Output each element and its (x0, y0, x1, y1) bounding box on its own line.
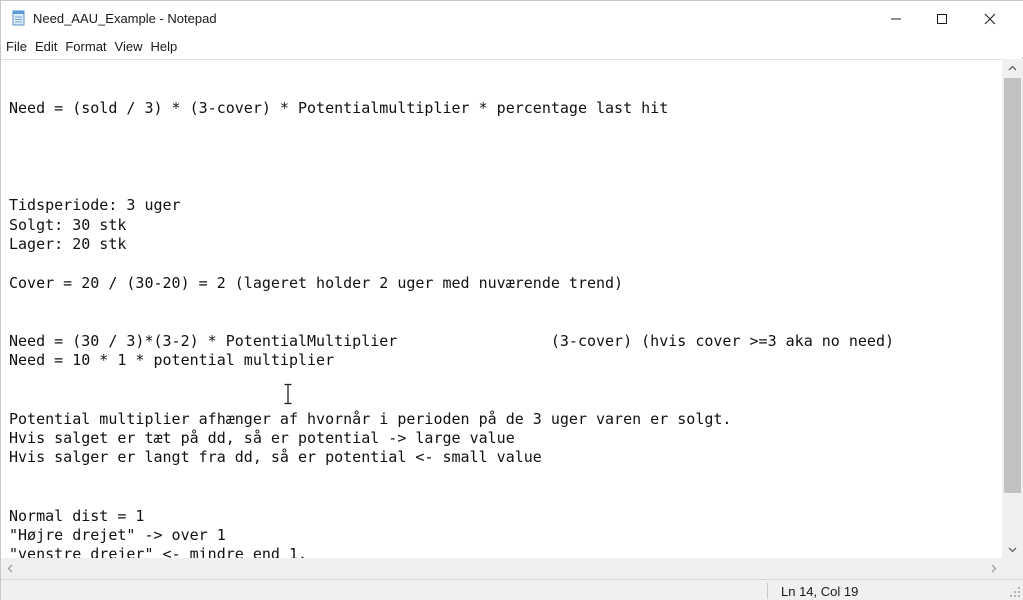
editor-line: Hvis salger er langt fra dd, så er poten… (9, 448, 542, 467)
status-bar: Ln 14, Col 19 (1, 579, 1023, 600)
scrollbar-corner (1002, 558, 1023, 579)
close-button[interactable] (967, 1, 1013, 36)
editor-line: Hvis salget er tæt på dd, så er potentia… (9, 429, 515, 448)
minimize-icon (891, 18, 901, 19)
chevron-down-icon (1008, 547, 1017, 552)
vertical-scrollbar[interactable] (1002, 59, 1023, 558)
scroll-down-button[interactable] (1002, 541, 1023, 558)
editor-line: Need = 10 * 1 * potential multiplier (9, 351, 335, 370)
title-bar[interactable]: Need_AAU_Example - Notepad (1, 1, 1023, 36)
editor-line: Lager: 20 stk (9, 235, 127, 254)
cursor-position: Ln 14, Col 19 (781, 584, 859, 599)
vertical-scroll-thumb[interactable] (1004, 78, 1021, 493)
minimize-button[interactable] (873, 1, 919, 36)
editor-line: Normal dist = 1 (9, 506, 145, 525)
editor-line: Need = (sold / 3) * (3-cover) * Potentia… (9, 99, 669, 118)
close-icon (984, 13, 996, 24)
editor-line: Solgt: 30 stk (9, 215, 127, 234)
notepad-window: Need_AAU_Example - Notepad File Edit For… (0, 0, 1023, 600)
maximize-icon (937, 13, 947, 24)
horizontal-scrollbar[interactable] (1, 558, 1002, 579)
chevron-up-icon (1008, 65, 1017, 70)
text-editor[interactable]: Need = (sold / 3) * (3-cover) * Potentia… (1, 59, 1002, 558)
text-cursor-icon (284, 383, 292, 405)
status-divider (767, 583, 768, 599)
editor-line: "venstre drejer" <- mindre end 1. (9, 545, 308, 558)
chevron-left-icon (7, 564, 12, 573)
scroll-up-button[interactable] (1002, 59, 1023, 76)
chevron-right-icon (991, 564, 996, 573)
window-title: Need_AAU_Example - Notepad (33, 11, 217, 26)
menu-file[interactable]: File (2, 36, 31, 57)
editor-line: Tidsperiode: 3 uger (9, 196, 181, 215)
notepad-icon (12, 10, 25, 26)
menu-edit[interactable]: Edit (31, 36, 61, 57)
menu-view[interactable]: View (111, 36, 147, 57)
editor-content[interactable]: Need = (sold / 3) * (3-cover) * Potentia… (9, 80, 894, 558)
menu-help[interactable]: Help (146, 36, 181, 57)
menu-format[interactable]: Format (61, 36, 110, 57)
editor-line: Need = (30 / 3)*(3-2) * PotentialMultipl… (9, 332, 895, 351)
scroll-right-button[interactable] (985, 558, 1002, 579)
resize-grip-icon[interactable] (1009, 586, 1021, 598)
scroll-left-button[interactable] (1, 558, 18, 579)
editor-line: Cover = 20 / (30-20) = 2 (lageret holder… (9, 273, 624, 292)
editor-line: "Højre drejet" -> over 1 (9, 525, 226, 544)
editor-line: Potential multiplier afhænger af hvornår… (9, 409, 732, 428)
maximize-button[interactable] (919, 1, 965, 36)
menu-bar: File Edit Format View Help (1, 36, 1023, 57)
